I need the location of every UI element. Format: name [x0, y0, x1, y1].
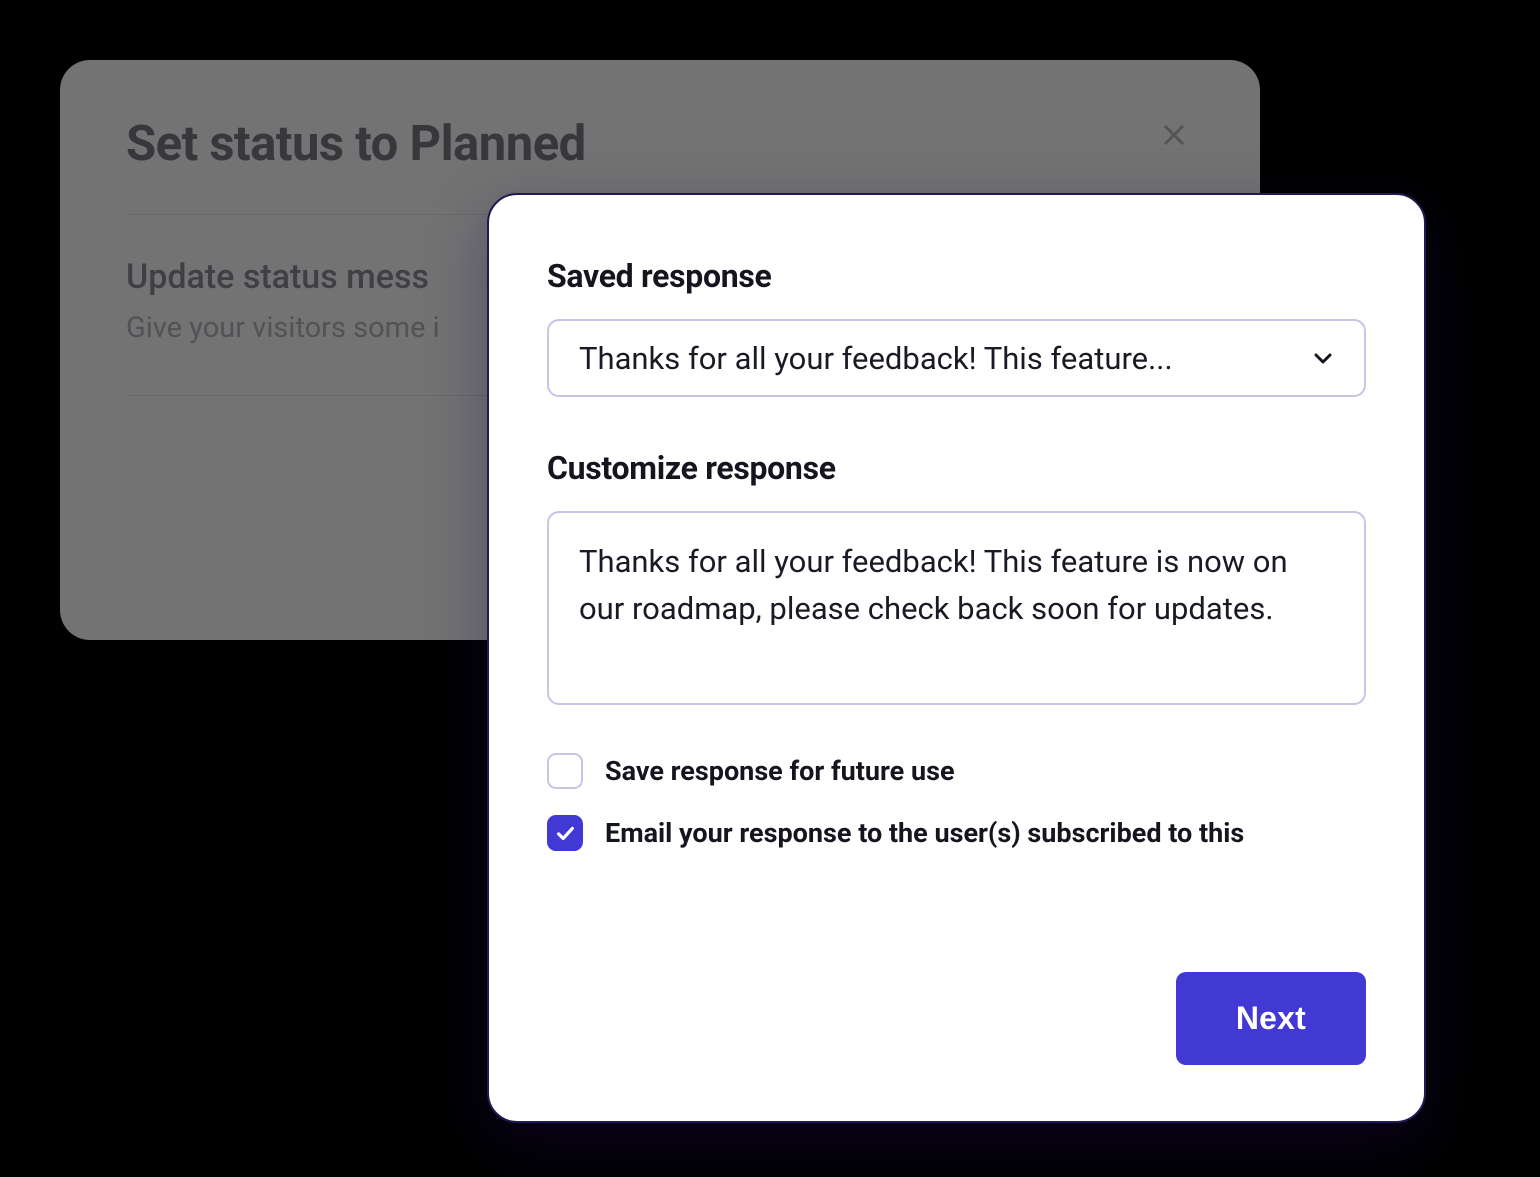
modal-footer: Next	[547, 972, 1366, 1065]
chevron-down-icon	[1308, 343, 1338, 373]
email-users-checkbox[interactable]	[547, 815, 583, 851]
saved-response-label: Saved response	[547, 257, 1366, 295]
customize-response-label: Customize response	[547, 449, 1366, 487]
save-future-checkbox[interactable]	[547, 753, 583, 789]
email-users-checkbox-label: Email your response to the user(s) subsc…	[605, 817, 1244, 849]
customize-response-textarea[interactable]	[547, 511, 1366, 705]
response-modal: Saved response Thanks for all your feedb…	[487, 193, 1426, 1123]
close-icon[interactable]	[1154, 115, 1194, 155]
next-button[interactable]: Next	[1176, 972, 1366, 1065]
back-modal-title: Set status to Planned	[126, 115, 1194, 172]
saved-response-select[interactable]: Thanks for all your feedback! This featu…	[547, 319, 1366, 397]
save-future-checkbox-label: Save response for future use	[605, 755, 955, 787]
email-users-checkbox-row: Email your response to the user(s) subsc…	[547, 815, 1366, 851]
saved-response-selected-text: Thanks for all your feedback! This featu…	[579, 340, 1173, 377]
save-future-checkbox-row: Save response for future use	[547, 753, 1366, 789]
